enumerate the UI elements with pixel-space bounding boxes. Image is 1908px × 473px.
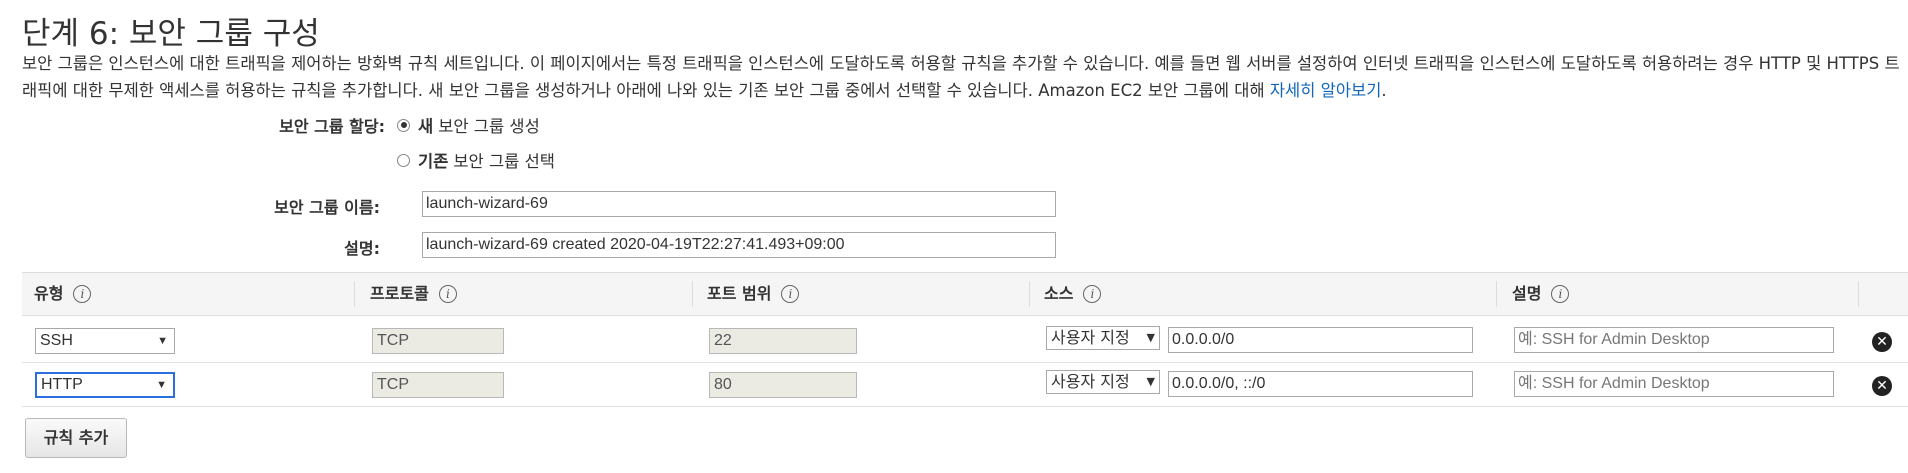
header-desc-label: 설명 — [1512, 284, 1542, 303]
remove-rule-icon[interactable]: ✕ — [1872, 332, 1892, 352]
radio-new-indicator[interactable] — [397, 118, 410, 132]
rule-protocol: TCP — [372, 328, 504, 354]
dropdown-arrow-icon: ▼ — [1144, 327, 1155, 349]
info-icon[interactable]: i — [438, 285, 457, 303]
header-separator — [692, 281, 693, 307]
description-end: . — [1381, 81, 1387, 100]
radio-new-label: 보안 그룹 생성 — [438, 117, 540, 136]
rule-type-select[interactable]: HTTP ▼ — [35, 372, 175, 398]
header-protocol: 프로토콜 i — [370, 273, 457, 315]
info-icon[interactable]: i — [781, 285, 800, 303]
radio-existing-bold: 기존 — [418, 152, 449, 171]
dropdown-arrow-icon: ▼ — [157, 335, 168, 347]
header-protocol-label: 프로토콜 — [370, 284, 429, 303]
rule-protocol: TCP — [372, 372, 504, 398]
remove-rule-glyph: ✕ — [1876, 378, 1888, 394]
header-separator — [1029, 281, 1030, 307]
radio-existing-group[interactable]: 기존 보안 그룹 선택 — [397, 148, 555, 172]
rule-source-type-select[interactable]: 사용자 지정 ▼ — [1046, 326, 1160, 350]
radio-existing-indicator[interactable] — [397, 153, 410, 167]
header-source: 소스 i — [1044, 273, 1102, 315]
rule-source-type-select[interactable]: 사용자 지정 ▼ — [1046, 370, 1160, 394]
header-type-label: 유형 — [34, 284, 64, 303]
rule-source-type-value: 사용자 지정 — [1051, 328, 1130, 347]
page-title: 단계 6: 보안 그룹 구성 — [22, 16, 320, 52]
dropdown-arrow-icon: ▼ — [1144, 371, 1155, 393]
info-icon[interactable]: i — [1551, 285, 1570, 303]
page-description: 보안 그룹은 인스턴스에 대한 트래픽을 제어하는 방화벽 규칙 세트입니다. … — [22, 50, 1902, 104]
rule-type-select[interactable]: SSH ▼ — [35, 328, 175, 354]
group-name-label: 보안 그룹 이름: — [274, 198, 380, 217]
description-text: 보안 그룹은 인스턴스에 대한 트래픽을 제어하는 방화벽 규칙 세트입니다. … — [22, 54, 1900, 100]
header-port-range: 포트 범위 i — [707, 273, 800, 315]
rule-port-range: 80 — [709, 372, 857, 398]
header-port-label: 포트 범위 — [707, 284, 772, 303]
rule-description-input[interactable]: 예: SSH for Admin Desktop — [1514, 327, 1834, 353]
header-separator — [1858, 281, 1859, 307]
header-separator — [354, 281, 355, 307]
rule-description-input[interactable]: 예: SSH for Admin Desktop — [1514, 371, 1834, 397]
radio-new-group[interactable]: 새 보안 그룹 생성 — [397, 113, 540, 137]
rules-table-header: 유형 i 프로토콜 i 포트 범위 i 소스 i 설명 i — [22, 272, 1908, 316]
row-divider — [22, 406, 1908, 407]
group-desc-input[interactable]: launch-wizard-69 created 2020-04-19T22:2… — [422, 232, 1056, 258]
header-type: 유형 i — [34, 273, 92, 315]
header-separator — [1496, 281, 1497, 307]
rule-source-input[interactable]: 0.0.0.0/0, ::/0 — [1168, 371, 1473, 397]
info-icon[interactable]: i — [1083, 285, 1102, 303]
group-name-input[interactable]: launch-wizard-69 — [422, 191, 1056, 217]
header-source-label: 소스 — [1044, 284, 1074, 303]
rule-source-type-value: 사용자 지정 — [1051, 372, 1130, 391]
dropdown-arrow-icon: ▼ — [156, 379, 167, 391]
assign-label: 보안 그룹 할당: — [279, 117, 385, 136]
radio-new-bold: 새 — [418, 117, 434, 136]
rule-port-range: 22 — [709, 328, 857, 354]
row-divider — [22, 362, 1908, 363]
rule-type-value: HTTP — [41, 376, 83, 393]
learn-more-link[interactable]: 자세히 알아보기 — [1270, 81, 1382, 100]
rule-type-value: SSH — [40, 332, 73, 349]
rule-source-input[interactable]: 0.0.0.0/0 — [1168, 327, 1473, 353]
remove-rule-icon[interactable]: ✕ — [1872, 376, 1892, 396]
radio-existing-label: 보안 그룹 선택 — [453, 152, 555, 171]
group-desc-label: 설명: — [344, 239, 380, 258]
add-rule-button[interactable]: 규칙 추가 — [25, 418, 127, 458]
header-description: 설명 i — [1512, 273, 1570, 315]
info-icon[interactable]: i — [73, 285, 92, 303]
